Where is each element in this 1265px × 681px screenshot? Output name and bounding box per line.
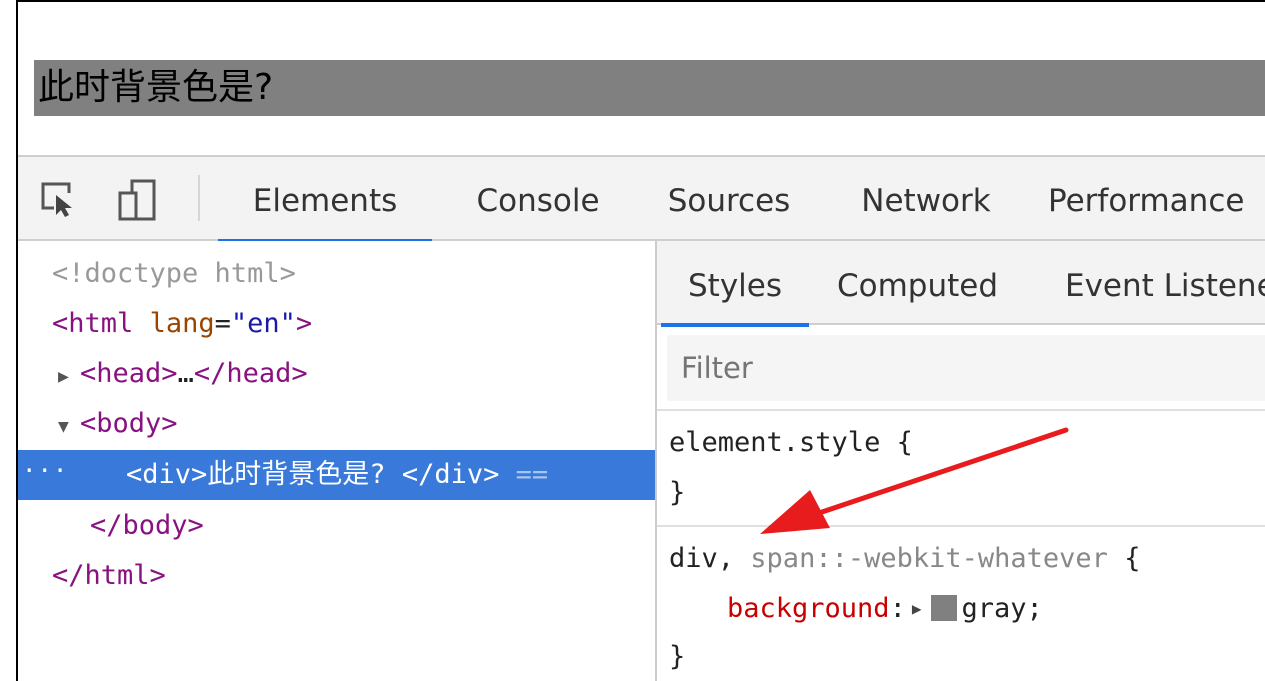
tab-console[interactable]: Console — [448, 157, 628, 241]
device-toolbar-icon[interactable] — [118, 179, 158, 221]
styles-subtabs: Styles Computed Event Listene — [657, 241, 1265, 327]
expand-shorthand-icon[interactable]: ▶ — [912, 599, 922, 618]
rule-close-line: } — [669, 477, 686, 508]
filter-bar — [657, 327, 1265, 411]
color-swatch[interactable] — [931, 595, 958, 621]
tab-network[interactable]: Network — [836, 157, 1016, 241]
style-rule-element-style: element.style { } — [657, 413, 1265, 527]
rule-selector-line: div, span::-webkit-whatever { — [669, 543, 1141, 574]
inspect-element-icon[interactable] — [40, 179, 80, 219]
rule-close-line: } — [669, 641, 686, 672]
dom-node-body[interactable]: ▼ <body> — [58, 399, 178, 449]
style-declaration[interactable]: background: ▶ gray; — [727, 585, 1043, 633]
more-options-icon[interactable]: ... — [22, 450, 68, 478]
dom-node-body-close[interactable]: </body> — [90, 501, 204, 551]
property-value[interactable]: gray; — [961, 593, 1042, 624]
rule-selector-line: element.style { — [669, 427, 913, 458]
dom-node-head[interactable]: ▶ <head>…</head> — [58, 349, 308, 399]
selected-node-text: <div>此时背景色是? </div> == — [126, 459, 549, 490]
tab-sources[interactable]: Sources — [646, 157, 812, 241]
page-viewport: 此时背景色是? — [18, 2, 1265, 155]
highlighted-div: 此时背景色是? — [34, 60, 1265, 116]
filter-input[interactable] — [667, 335, 1265, 401]
tab-computed[interactable]: Computed — [837, 241, 1007, 325]
toolbar-separator — [198, 175, 200, 221]
devtools-toolbar: Elements Console Sources Network Perform… — [18, 155, 1265, 243]
dom-node-html[interactable]: <html lang="en"> — [52, 299, 312, 349]
dom-tree-panel: <!doctype html> <html lang="en"> ▶ <head>… — [18, 241, 655, 681]
collapse-triangle-icon[interactable]: ▼ — [58, 402, 80, 452]
dom-node-doctype[interactable]: <!doctype html> — [52, 249, 296, 299]
tab-event-listeners[interactable]: Event Listene — [1065, 241, 1265, 325]
style-rule-div: div, span::-webkit-whatever { background… — [657, 529, 1265, 681]
dom-node-html-close[interactable]: </html> — [52, 551, 166, 601]
tab-performance[interactable]: Performance — [1048, 157, 1265, 241]
tab-styles[interactable]: Styles — [661, 241, 809, 327]
styles-panel: Styles Computed Event Listene element.st… — [657, 241, 1265, 681]
tab-elements[interactable]: Elements — [218, 157, 432, 243]
dom-node-selected-div[interactable]: ... <div>此时背景色是? </div> == — [18, 450, 655, 500]
property-name[interactable]: background — [727, 593, 890, 624]
expand-triangle-icon[interactable]: ▶ — [58, 352, 80, 402]
